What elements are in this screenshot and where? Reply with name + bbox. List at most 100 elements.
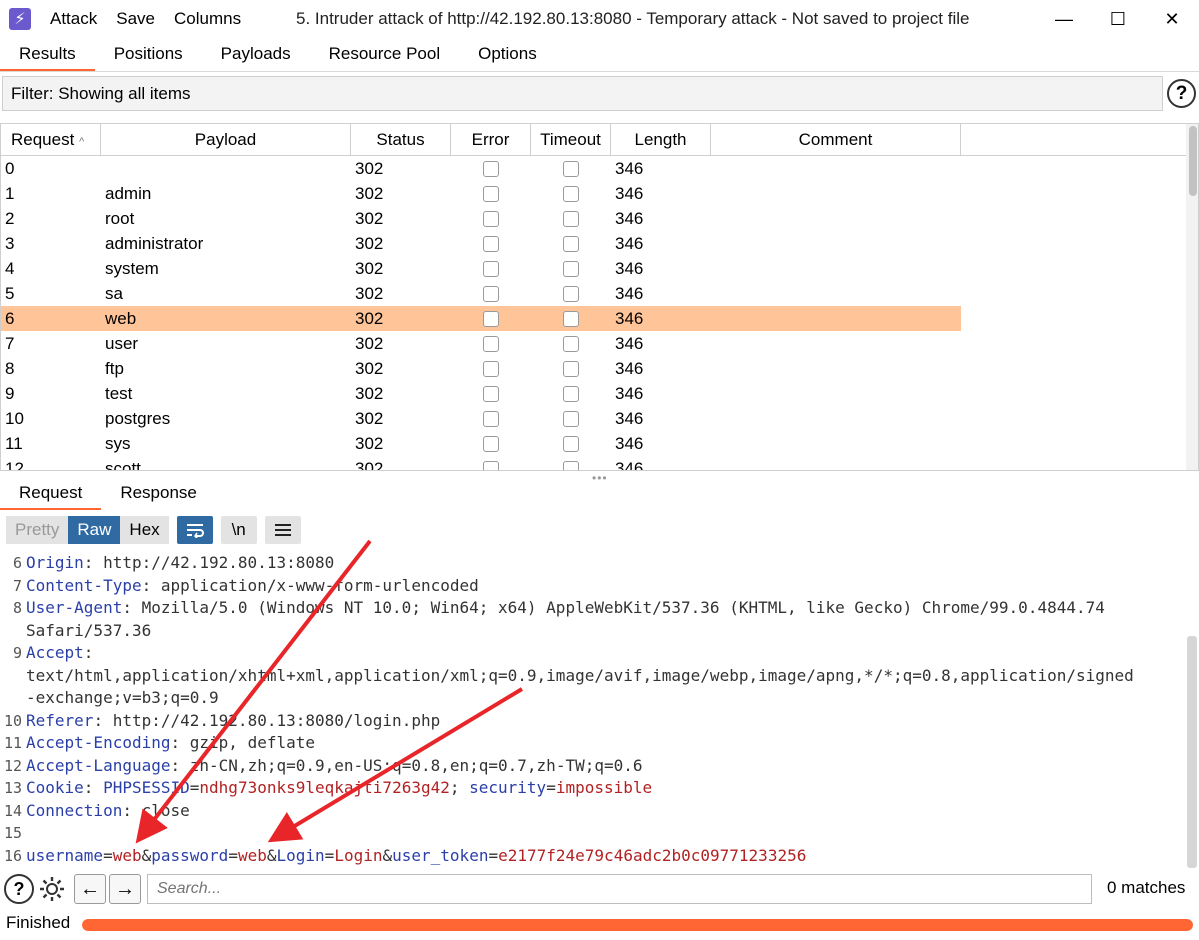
hex-button[interactable]: Hex [120, 516, 169, 544]
column-header-timeout[interactable]: Timeout [531, 124, 611, 155]
cell-timeout [531, 181, 611, 206]
table-row[interactable]: 4 system 302 346 [1, 256, 1186, 281]
menu-columns[interactable]: Columns [174, 9, 241, 29]
column-header-payload[interactable]: Payload [101, 124, 351, 155]
cell-request: 12 [5, 459, 24, 471]
editor-token: : Mozilla/5.0 (Windows NT 10.0; Win64; x… [122, 598, 1105, 617]
table-row[interactable]: 0 302 346 [1, 156, 1186, 181]
line-number: 11 [3, 734, 22, 752]
table-body: 0 302 346 1 admin 302 346 2 root 302 346 3 administr… [1, 156, 1186, 471]
cell-length: 346 [611, 306, 711, 331]
minimize-button[interactable]: — [1037, 0, 1091, 38]
tab-positions[interactable]: Positions [95, 38, 202, 71]
column-header-error[interactable]: Error [451, 124, 531, 155]
help-icon[interactable]: ? [4, 874, 34, 904]
cell-status: 302 [355, 234, 384, 253]
burp-app-icon: ⚡ [9, 8, 31, 30]
cell-payload: sys [105, 434, 131, 453]
tab-results[interactable]: Results [0, 38, 95, 71]
cell-comment [711, 331, 961, 356]
editor-line: 11 Accept-Encoding: gzip, deflate [0, 732, 315, 754]
cell-request: 10 [5, 409, 24, 428]
request-editor[interactable]: 6 Origin: http://42.192.80.13:8080 7 Conten… [0, 550, 1199, 870]
pretty-button[interactable]: Pretty [6, 516, 69, 544]
word-wrap-icon[interactable] [176, 516, 213, 544]
filter-bar[interactable]: Filter: Showing all items [2, 76, 1163, 111]
table-row[interactable]: 5 sa 302 346 [1, 281, 1186, 306]
line-number: 15 [3, 824, 22, 842]
table-row[interactable]: 6 web 302 346 [1, 306, 1186, 331]
line-number: 16 [3, 846, 22, 865]
editor-line: 8 User-Agent: Mozilla/5.0 (Windows NT 10.… [0, 597, 1105, 619]
editor-token: = [324, 845, 335, 865]
cell-length: 346 [615, 384, 644, 403]
close-button[interactable]: ✕ [1145, 0, 1199, 38]
search-input[interactable] [147, 874, 1092, 904]
error-checkbox [483, 410, 499, 427]
timeout-checkbox [563, 385, 579, 402]
cell-status: 302 [351, 306, 451, 331]
editor-token: text/html,application/xhtml+xml,applicat… [26, 665, 1134, 685]
timeout-checkbox [563, 185, 579, 202]
tab-response[interactable]: Response [101, 478, 216, 510]
table-row[interactable]: 10 postgres 302 346 [1, 406, 1186, 431]
table-row[interactable]: 2 root 302 346 [1, 206, 1186, 231]
cell-payload [101, 156, 351, 181]
line-number: 8 [12, 599, 22, 617]
previous-arrow-icon[interactable]: ← [74, 874, 106, 904]
cell-comment [711, 181, 961, 206]
cell-status: 302 [355, 409, 384, 428]
menu-save[interactable]: Save [116, 9, 155, 29]
cell-error [451, 181, 531, 206]
editor-line: 7 Content-Type: application/x-www-form-ur… [0, 575, 479, 597]
column-header-status[interactable]: Status [351, 124, 451, 155]
cell-payload: sa [105, 284, 123, 303]
tab-request[interactable]: Request [0, 478, 102, 510]
scrollbar-thumb[interactable] [1189, 126, 1197, 196]
settings-gear-icon[interactable] [37, 874, 67, 904]
table-row[interactable]: 8 ftp 302 346 [1, 356, 1186, 381]
cell-status: 302 [355, 384, 384, 403]
editor-token: Accept-Language [26, 755, 171, 775]
table-row[interactable]: 3 administrator 302 346 [1, 231, 1186, 256]
editor-token: ndhg73onks9leqkajti7263g42 [199, 778, 450, 797]
tab-payloads[interactable]: Payloads [202, 38, 310, 71]
request-response-tabs: Request Response [0, 478, 1199, 510]
editor-scrollbar[interactable] [1187, 636, 1197, 868]
table-row[interactable]: 12 scott 302 346 [1, 456, 1186, 471]
cell-comment [711, 306, 961, 331]
show-newlines-button[interactable]: \n [220, 516, 257, 544]
cell-request: 8 [5, 359, 15, 378]
menu-icon[interactable] [264, 516, 301, 544]
maximize-button[interactable]: ☐ [1091, 0, 1145, 38]
column-header-length[interactable]: Length [611, 124, 711, 155]
table-row[interactable]: 11 sys 302 346 [1, 431, 1186, 456]
match-count: 0 matches [1107, 878, 1186, 897]
table-row[interactable]: 1 admin 302 346 [1, 181, 1186, 206]
tab-resource-pool[interactable]: Resource Pool [310, 38, 460, 71]
column-header-comment[interactable]: Comment [711, 124, 961, 155]
table-scrollbar[interactable] [1186, 124, 1198, 470]
next-arrow-icon[interactable]: → [109, 874, 141, 904]
cell-error [451, 256, 531, 281]
cell-comment [711, 256, 961, 281]
tab-options[interactable]: Options [459, 38, 556, 71]
editor-token: ; [449, 778, 470, 797]
raw-button[interactable]: Raw [68, 516, 121, 544]
timeout-checkbox [563, 260, 579, 277]
table-row[interactable]: 7 user 302 346 [1, 331, 1186, 356]
cell-length: 346 [615, 184, 644, 203]
help-icon[interactable]: ? [1167, 79, 1196, 108]
cell-error [451, 381, 531, 406]
cell-length: 346 [615, 459, 644, 471]
table-row[interactable]: 9 test 302 346 [1, 381, 1186, 406]
cell-request: 9 [5, 384, 15, 403]
column-header-request[interactable]: Request ^ [1, 124, 101, 155]
editor-token: : gzip, deflate [170, 733, 316, 752]
cell-request: 11 [5, 434, 23, 453]
editor-token: web [112, 845, 142, 865]
editor-token: Origin [26, 553, 84, 572]
editor-token: : zh-CN,zh;q=0.9,en-US;q=0.8,en;q=0.7,zh… [170, 755, 643, 775]
menu-attack[interactable]: Attack [50, 9, 97, 29]
cell-payload: admin [105, 184, 152, 203]
